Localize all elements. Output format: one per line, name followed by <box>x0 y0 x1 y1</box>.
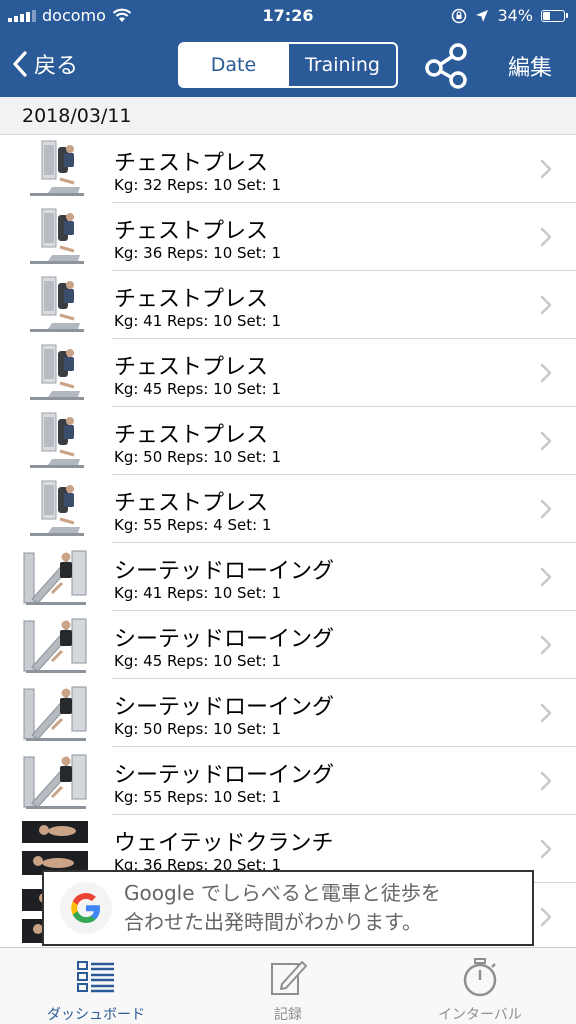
exercise-name: シーテッドローイング <box>114 559 335 584</box>
tab-label-dashboard: ダッシュボード <box>47 1007 145 1023</box>
exercise-list: チェストプレス Kg: 32 Reps: 10 Set: 1 チェストプレス Kg: … <box>0 135 576 951</box>
exercise-row[interactable]: チェストプレス Kg: 32 Reps: 10 Set: 1 <box>0 135 576 203</box>
chevron-right-icon <box>540 227 552 247</box>
battery-level-fill <box>543 11 550 20</box>
view-mode-segmented-control: Date Training <box>178 42 398 88</box>
location-icon <box>476 9 489 22</box>
exercise-detail: Kg: 36 Reps: 10 Set: 1 <box>114 244 282 262</box>
tab-record[interactable]: 記録 <box>192 948 384 1024</box>
battery-percent: 34% <box>497 6 533 25</box>
ad-banner[interactable]: Google でしらべると電車と徒歩を 合わせた出発時間がわかります。 <box>42 870 534 946</box>
chest-press-machine-image <box>22 479 88 539</box>
exercise-name: チェストプレス <box>114 287 269 312</box>
back-label: 戻る <box>34 54 79 79</box>
tab-bar: ダッシュボード 記録 インターバル <box>0 947 576 1024</box>
exercise-name: シーテッドローイング <box>114 695 335 720</box>
exercise-detail: Kg: 32 Reps: 10 Set: 1 <box>114 176 282 194</box>
seated-row-machine-image <box>22 683 88 743</box>
share-icon[interactable] <box>422 40 472 90</box>
exercise-name: チェストプレス <box>114 355 269 380</box>
exercise-row[interactable]: チェストプレス Kg: 50 Reps: 10 Set: 1 <box>0 407 576 475</box>
exercise-detail: Kg: 50 Reps: 10 Set: 1 <box>114 720 282 738</box>
chevron-right-icon <box>540 907 552 927</box>
exercise-detail: Kg: 41 Reps: 10 Set: 1 <box>114 312 282 330</box>
ad-text: Google でしらべると電車と徒歩を 合わせた出発時間がわかります。 <box>124 879 441 937</box>
battery-icon <box>541 9 568 22</box>
status-right: 34% <box>451 6 568 25</box>
chest-press-machine-image <box>22 343 88 403</box>
exercise-row[interactable]: シーテッドローイング Kg: 50 Reps: 10 Set: 1 <box>0 679 576 747</box>
chevron-right-icon <box>540 363 552 383</box>
exercise-detail: Kg: 55 Reps: 4 Set: 1 <box>114 516 272 534</box>
exercise-name: チェストプレス <box>114 219 269 244</box>
exercise-name: シーテッドローイング <box>114 763 335 788</box>
section-date: 2018/03/11 <box>22 105 132 127</box>
exercise-name: シーテッドローイング <box>114 627 335 652</box>
dashboard-icon <box>77 961 114 993</box>
exercise-row[interactable]: シーテッドローイング Kg: 45 Reps: 10 Set: 1 <box>0 611 576 679</box>
tab-dashboard[interactable]: ダッシュボード <box>0 948 192 1024</box>
navigation-bar: 戻る Date Training 編集 <box>0 34 576 96</box>
segment-training[interactable]: Training <box>287 44 396 86</box>
seated-row-machine-image <box>22 547 88 607</box>
back-button[interactable]: 戻る <box>12 46 78 82</box>
exercise-detail: Kg: 45 Reps: 10 Set: 1 <box>114 380 282 398</box>
chevron-right-icon <box>540 839 552 859</box>
stopwatch-icon <box>463 958 497 997</box>
tab-label-record: 記録 <box>274 1007 302 1023</box>
chevron-left-icon <box>13 51 27 77</box>
chevron-right-icon <box>540 431 552 451</box>
date-section-header: 2018/03/11 <box>0 97 576 135</box>
exercise-name: チェストプレス <box>114 491 269 516</box>
exercise-row[interactable]: シーテッドローイング Kg: 41 Reps: 10 Set: 1 <box>0 543 576 611</box>
chevron-right-icon <box>540 771 552 791</box>
exercise-row[interactable]: シーテッドローイング Kg: 55 Reps: 10 Set: 1 <box>0 747 576 815</box>
chevron-right-icon <box>540 703 552 723</box>
chevron-right-icon <box>540 635 552 655</box>
tab-label-interval: インターバル <box>438 1007 522 1023</box>
chest-press-machine-image <box>22 207 88 267</box>
exercise-name: チェストプレス <box>114 423 269 448</box>
chevron-right-icon <box>540 567 552 587</box>
seated-row-machine-image <box>22 615 88 675</box>
ad-text-line-1: Google でしらべると電車と徒歩を <box>124 881 441 905</box>
tab-interval[interactable]: インターバル <box>384 948 576 1024</box>
exercise-detail: Kg: 41 Reps: 10 Set: 1 <box>114 584 282 602</box>
chest-press-machine-image <box>22 275 88 335</box>
exercise-detail: Kg: 45 Reps: 10 Set: 1 <box>114 652 282 670</box>
rotation-lock-icon <box>452 8 467 23</box>
ad-text-line-2: 合わせた出発時間がわかります。 <box>124 910 422 934</box>
segment-date[interactable]: Date <box>180 44 287 86</box>
exercise-row[interactable]: チェストプレス Kg: 55 Reps: 4 Set: 1 <box>0 475 576 543</box>
exercise-row[interactable]: チェストプレス Kg: 41 Reps: 10 Set: 1 <box>0 271 576 339</box>
app-header: docomo 17:26 34% 戻る Date Training 編集 <box>0 0 576 97</box>
seated-row-machine-image <box>22 751 88 811</box>
exercise-row[interactable]: チェストプレス Kg: 45 Reps: 10 Set: 1 <box>0 339 576 407</box>
exercise-row[interactable]: チェストプレス Kg: 36 Reps: 10 Set: 1 <box>0 203 576 271</box>
exercise-name: チェストプレス <box>114 151 269 176</box>
chevron-right-icon <box>540 295 552 315</box>
chevron-right-icon <box>540 159 552 179</box>
edit-button[interactable]: 編集 <box>508 50 552 82</box>
status-bar: docomo 17:26 34% <box>0 0 576 32</box>
chest-press-machine-image <box>22 411 88 471</box>
chest-press-machine-image <box>22 139 88 199</box>
exercise-name: ウェイテッドクランチ <box>114 831 334 856</box>
chevron-right-icon <box>540 499 552 519</box>
google-g-logo <box>60 882 112 934</box>
exercise-detail: Kg: 55 Reps: 10 Set: 1 <box>114 788 282 806</box>
record-edit-icon <box>271 961 307 995</box>
exercise-detail: Kg: 50 Reps: 10 Set: 1 <box>114 448 282 466</box>
